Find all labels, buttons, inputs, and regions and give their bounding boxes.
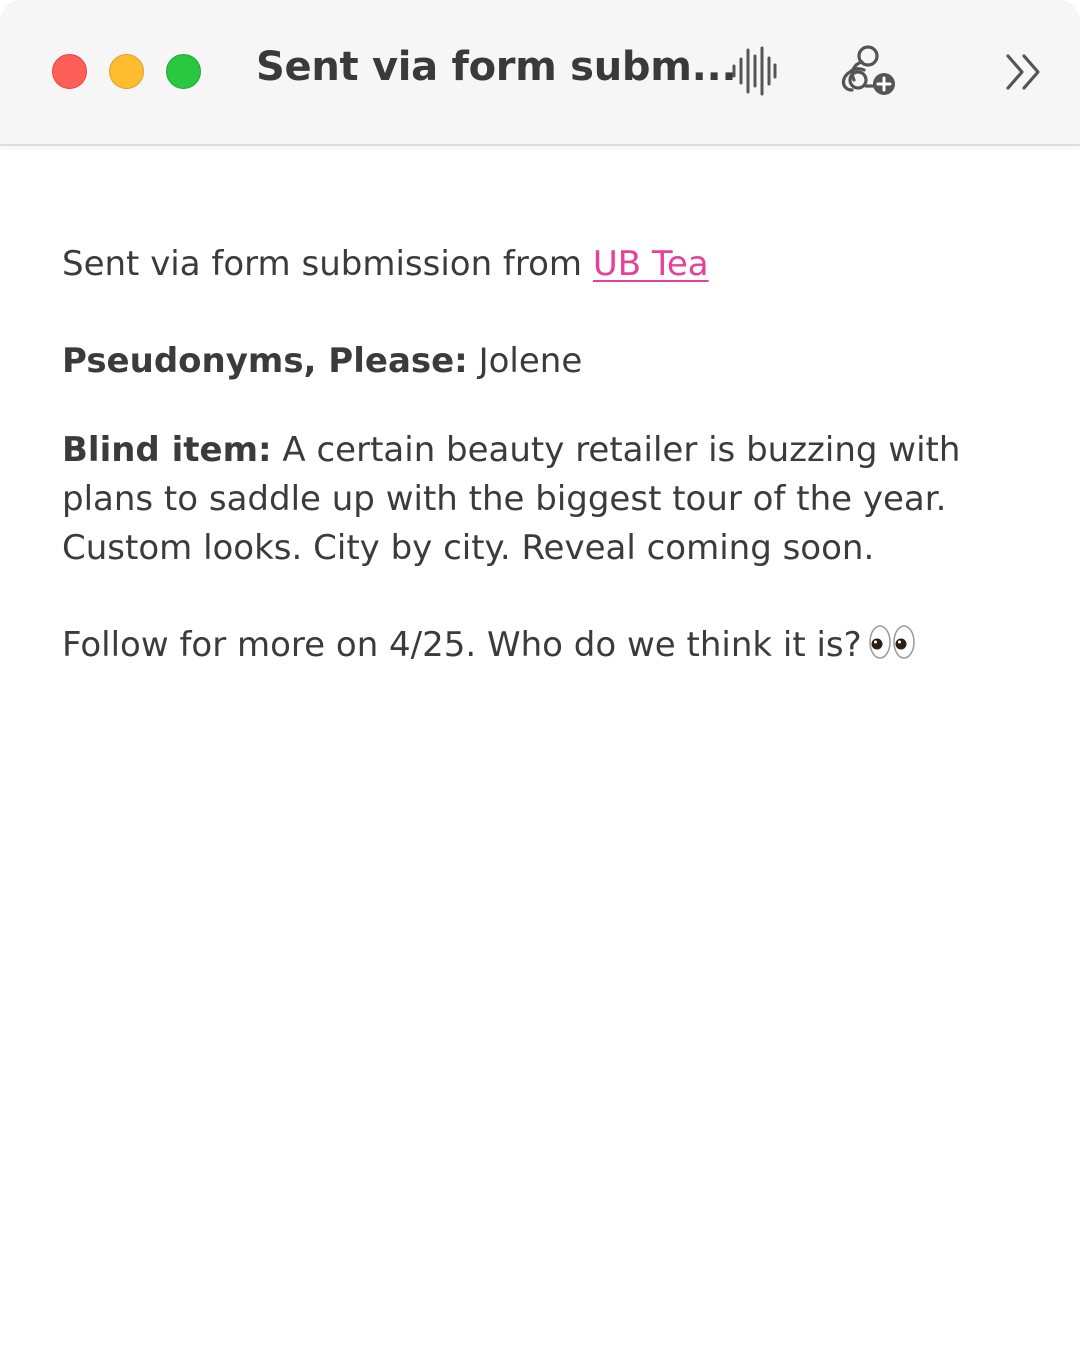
pseudonym-line: Pseudonyms, Please: Jolene <box>62 337 1022 386</box>
minimize-button[interactable] <box>109 54 144 89</box>
collaborate-icon[interactable] <box>838 42 900 100</box>
blind-item-paragraph: Blind item: A certain beauty retailer is… <box>62 426 1022 573</box>
waveform-icon[interactable] <box>730 46 778 96</box>
eyes-emoji-icon <box>868 624 916 674</box>
closing-line: Follow for more on 4/25. Who do we think… <box>62 621 1022 674</box>
pseudonym-value: Jolene <box>478 341 583 381</box>
closing-text: Follow for more on 4/25. Who do we think… <box>62 625 862 665</box>
intro-line: Sent via form submission from UB Tea <box>62 240 1022 289</box>
maximize-button[interactable] <box>166 54 201 89</box>
close-button[interactable] <box>52 54 87 89</box>
chevrons-right-icon[interactable] <box>1002 52 1046 92</box>
title-bar: Sent via form subm... <box>0 0 1080 146</box>
note-body[interactable]: Sent via form submission from UB Tea Pse… <box>62 240 1022 674</box>
note-window: Sent via form subm... Sent via form subm… <box>0 0 1080 1350</box>
intro-text: Sent via form submission from <box>62 244 593 284</box>
blind-item-label: Blind item: <box>62 430 272 470</box>
pseudonym-label: Pseudonyms, Please: <box>62 341 468 381</box>
window-title: Sent via form subm... <box>256 44 737 90</box>
ub-tea-link[interactable]: UB Tea <box>593 244 709 284</box>
